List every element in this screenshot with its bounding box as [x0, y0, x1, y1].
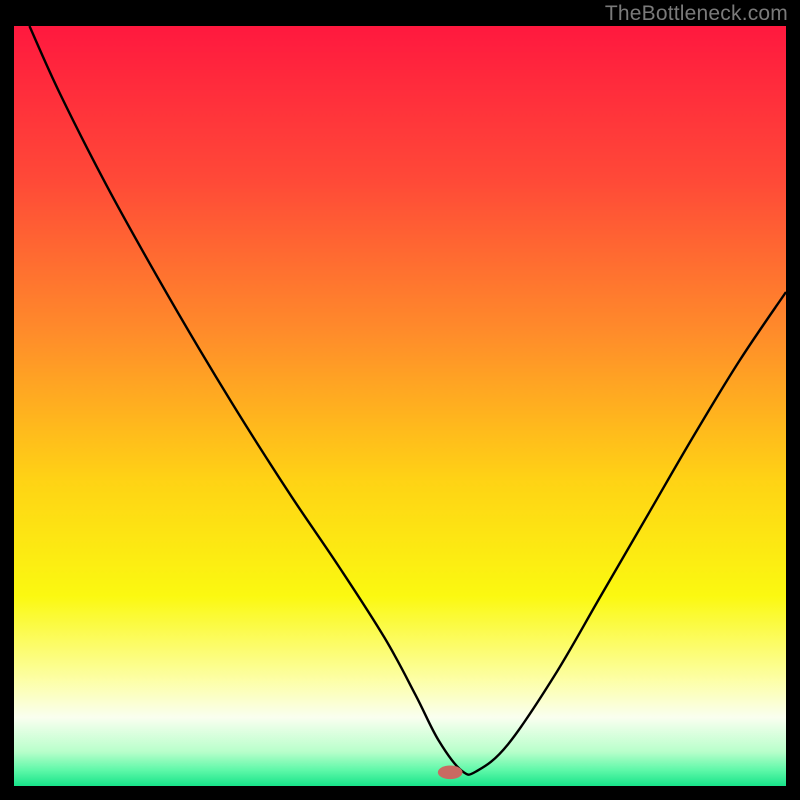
- plot-area: [14, 26, 786, 786]
- bottleneck-curve: [29, 26, 786, 775]
- optimal-point-marker: [438, 765, 463, 779]
- chart-frame: [14, 26, 786, 786]
- curve-layer: [14, 26, 786, 786]
- watermark-text: TheBottleneck.com: [605, 2, 788, 26]
